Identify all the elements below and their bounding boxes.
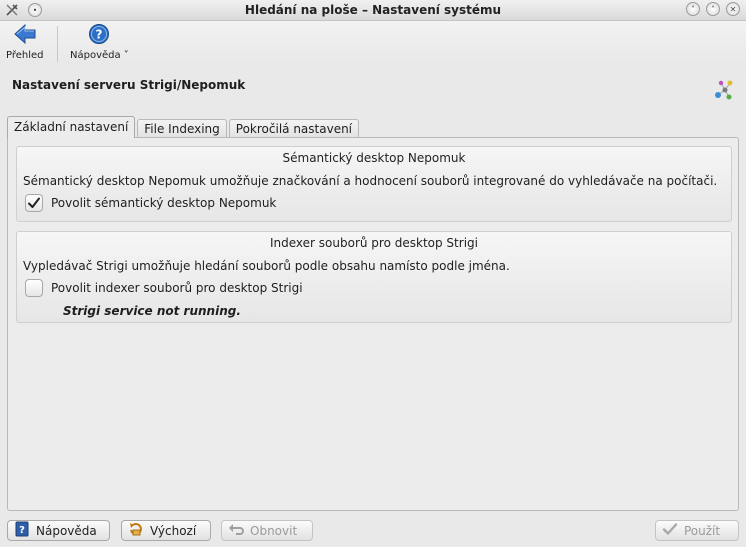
undo-icon xyxy=(228,521,244,540)
tab-file-indexing[interactable]: File Indexing xyxy=(137,119,227,138)
strigi-checkbox[interactable] xyxy=(25,279,43,297)
svg-text:?: ? xyxy=(19,525,25,536)
strigi-status-text: Strigi service not running. xyxy=(63,304,241,318)
apply-button-label: Použít xyxy=(684,523,721,538)
nepomuk-checkbox-row[interactable]: Povolit sémantický desktop Nepomuk xyxy=(25,194,276,212)
help-button-label: Nápověda xyxy=(36,523,97,538)
system-settings-window: • Hledání na ploše – Nastavení systému ˅… xyxy=(0,0,746,547)
strigi-checkbox-label: Povolit indexer souborů pro desktop Stri… xyxy=(51,281,303,295)
strigi-group-title: Indexer souborů pro desktop Strigi xyxy=(270,236,478,250)
tab-panel: Sémantický desktop Nepomuk Sémantický de… xyxy=(7,137,739,511)
tab-advanced-settings[interactable]: Pokročilá nastavení xyxy=(228,119,360,138)
apply-button[interactable]: Použít xyxy=(655,520,739,541)
overview-button[interactable]: Přehled xyxy=(6,23,44,61)
svg-text:?: ? xyxy=(96,28,103,42)
strigi-description: Vypledávač Strigi umožňuje hledání soubo… xyxy=(23,259,510,273)
strigi-group: Indexer souborů pro desktop Strigi Vyple… xyxy=(16,231,732,323)
window-title: Hledání na ploše – Nastavení systému xyxy=(244,3,502,17)
reset-defaults-icon xyxy=(128,521,144,540)
minimize-icon[interactable]: ˅ xyxy=(686,2,700,16)
reset-button[interactable]: Obnovit xyxy=(221,520,313,541)
help-menu-button[interactable]: ? Nápověda ˅ xyxy=(70,23,129,61)
defaults-button-label: Výchozí xyxy=(150,523,197,538)
toolbar-separator xyxy=(57,26,58,62)
page-title: Nastavení serveru Strigi/Nepomuk xyxy=(12,78,246,92)
tab-bar: Základní nastavení File Indexing Pokroči… xyxy=(7,116,361,138)
help-book-icon: ? xyxy=(14,521,30,540)
checkmark-apply-icon xyxy=(662,521,678,540)
maximize-icon[interactable]: ˄ xyxy=(706,2,720,16)
title-bar: • Hledání na ploše – Nastavení systému ˅… xyxy=(0,0,746,21)
chevron-down-icon: ˅ xyxy=(120,50,129,61)
nepomuk-group-title: Sémantický desktop Nepomuk xyxy=(282,151,466,165)
back-arrow-icon xyxy=(13,23,37,48)
reset-button-label: Obnovit xyxy=(250,523,298,538)
help-icon: ? xyxy=(88,23,110,48)
nepomuk-checkbox[interactable] xyxy=(25,194,43,212)
nepomuk-checkbox-label: Povolit sémantický desktop Nepomuk xyxy=(51,196,277,210)
nepomuk-description: Sémantický desktop Nepomuk umožňuje znač… xyxy=(23,174,718,188)
nepomuk-logo-icon xyxy=(712,78,734,105)
help-label: Nápověda ˅ xyxy=(70,50,129,61)
nepomuk-group: Sémantický desktop Nepomuk Sémantický de… xyxy=(16,146,732,222)
tab-basic-settings[interactable]: Základní nastavení xyxy=(7,116,136,138)
help-button[interactable]: ? Nápověda xyxy=(7,520,110,541)
defaults-button[interactable]: Výchozí xyxy=(121,520,211,541)
close-icon[interactable]: ✕ xyxy=(726,2,740,16)
overview-label: Přehled xyxy=(6,50,44,61)
toolbar: Přehled ? Nápověda ˅ xyxy=(0,21,746,66)
strigi-checkbox-row[interactable]: Povolit indexer souborů pro desktop Stri… xyxy=(25,279,303,297)
checkmark-icon xyxy=(28,197,40,208)
